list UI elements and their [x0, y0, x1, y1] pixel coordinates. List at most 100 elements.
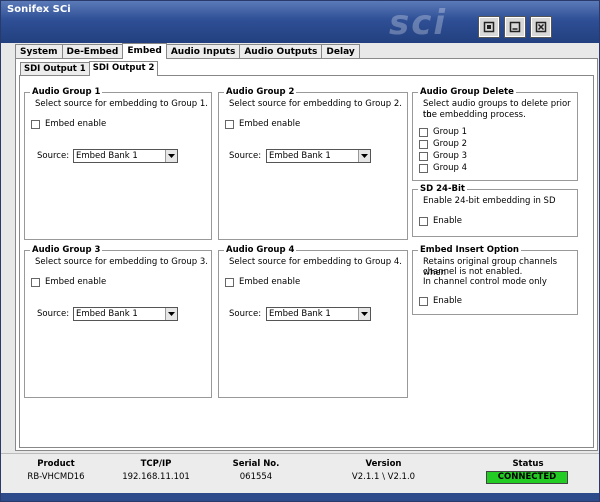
- delete-group-2-row[interactable]: Group 2: [419, 139, 467, 149]
- sd-24-bit-enable-row[interactable]: Enable: [419, 216, 462, 226]
- tab-sdi-output-1[interactable]: SDI Output 1: [20, 62, 90, 76]
- delete-group-4-label: Group 4: [433, 163, 467, 173]
- delete-group-3-checkbox[interactable]: [419, 151, 428, 161]
- delete-group-1-label: Group 1: [433, 127, 467, 137]
- sdi-output-tabs: SDI Output 1 SDI Output 2: [20, 61, 159, 76]
- status-bar: Product RB-VHCMD16 TCP/IP 192.168.11.101…: [1, 453, 599, 493]
- product-label: Product: [37, 459, 75, 469]
- source-select[interactable]: Embed Bank 1: [73, 149, 178, 163]
- insert-option-description-line-3: In channel control mode only: [423, 277, 547, 287]
- app-window: Sonifex SCi sci System De-Embed Embed Au…: [0, 0, 600, 502]
- title-bar[interactable]: Sonifex SCi sci: [1, 1, 599, 43]
- group-description: Select source for embedding to Group 3.: [35, 257, 208, 267]
- audio-group-2: Audio Group 2 Select source for embeddin…: [218, 87, 408, 240]
- insert-option-enable-label: Enable: [433, 296, 462, 306]
- insert-option-enable-row[interactable]: Enable: [419, 296, 462, 306]
- serial-label: Serial No.: [232, 459, 280, 469]
- delete-group-2-checkbox[interactable]: [419, 139, 428, 149]
- embed-enable-label: Embed enable: [45, 119, 107, 129]
- source-select[interactable]: Embed Bank 1: [266, 307, 371, 321]
- chevron-down-icon[interactable]: [165, 150, 177, 162]
- group-title: Audio Group Delete: [418, 87, 516, 97]
- group-title: Audio Group 2: [224, 87, 297, 97]
- minimize-button[interactable]: [504, 16, 526, 38]
- restore-button[interactable]: [478, 16, 500, 38]
- source-select-value: Embed Bank 1: [76, 309, 138, 319]
- audio-group-1: Audio Group 1 Select source for embeddin…: [24, 87, 212, 240]
- tab-delay[interactable]: Delay: [321, 44, 360, 59]
- group-title: Embed Insert Option: [418, 245, 521, 255]
- status-info: Status CONNECTED: [486, 459, 570, 484]
- group-description: Select source for embedding to Group 2.: [229, 99, 402, 109]
- tab-audio-outputs[interactable]: Audio Outputs: [239, 44, 323, 59]
- embed-enable-row[interactable]: Embed enable: [225, 277, 300, 287]
- source-select-value: Embed Bank 1: [269, 151, 331, 161]
- group-title: SD 24-Bit: [418, 184, 467, 194]
- audio-group-delete: Audio Group Delete Select audio groups t…: [412, 87, 578, 181]
- delete-group-4-checkbox[interactable]: [419, 163, 428, 173]
- tab-system[interactable]: System: [15, 44, 63, 59]
- embed-panel: SDI Output 1 SDI Output 2 Audio Group 1 …: [15, 58, 598, 451]
- tcpip-value: 192.168.11.101: [122, 472, 190, 482]
- embed-enable-checkbox[interactable]: [31, 277, 40, 287]
- status-badge: CONNECTED: [486, 471, 568, 484]
- tcpip-info: TCP/IP 192.168.11.101: [111, 459, 201, 483]
- source-select-value: Embed Bank 1: [269, 309, 331, 319]
- embed-enable-row[interactable]: Embed enable: [225, 119, 300, 129]
- group-title: Audio Group 1: [30, 87, 103, 97]
- status-label: Status: [512, 459, 544, 469]
- embed-enable-label: Embed enable: [239, 277, 301, 287]
- version-info: Version V2.1.1 \ V2.1.0: [341, 459, 426, 483]
- sd-24-bit-enable-checkbox[interactable]: [419, 216, 428, 226]
- window-title: Sonifex SCi: [7, 4, 71, 15]
- embed-enable-row[interactable]: Embed enable: [31, 277, 106, 287]
- restore-icon: [483, 21, 495, 33]
- group-description: Select source for embedding to Group 4.: [229, 257, 402, 267]
- delete-group-1-checkbox[interactable]: [419, 127, 428, 137]
- source-label: Source:: [37, 151, 70, 161]
- chevron-down-icon[interactable]: [358, 308, 370, 320]
- embed-enable-label: Embed enable: [239, 119, 301, 129]
- delete-group-4-row[interactable]: Group 4: [419, 163, 467, 173]
- source-select-value: Embed Bank 1: [76, 151, 138, 161]
- sdi-output-2-panel: Audio Group 1 Select source for embeddin…: [19, 75, 594, 448]
- audio-group-4: Audio Group 4 Select source for embeddin…: [218, 245, 408, 398]
- embed-enable-checkbox[interactable]: [225, 277, 234, 287]
- group-description: Select source for embedding to Group 1.: [35, 99, 208, 109]
- tcpip-label: TCP/IP: [140, 459, 172, 469]
- source-select[interactable]: Embed Bank 1: [266, 149, 371, 163]
- main-tabs: System De-Embed Embed Audio Inputs Audio…: [15, 43, 360, 59]
- serial-info: Serial No. 061554: [216, 459, 296, 483]
- source-label: Source:: [229, 151, 262, 161]
- embed-enable-checkbox[interactable]: [225, 119, 234, 129]
- window-bottom-border: [1, 493, 599, 501]
- delete-group-3-row[interactable]: Group 3: [419, 151, 467, 161]
- source-label: Source:: [229, 309, 262, 319]
- sd-24-bit-description: Enable 24-bit embedding in SD: [423, 196, 556, 206]
- sd-24-bit-enable-label: Enable: [433, 216, 462, 226]
- sd-24-bit-group: SD 24-Bit Enable 24-bit embedding in SD …: [412, 184, 578, 237]
- embed-enable-checkbox[interactable]: [31, 119, 40, 129]
- chevron-down-icon[interactable]: [165, 308, 177, 320]
- source-select[interactable]: Embed Bank 1: [73, 307, 178, 321]
- group-title: Audio Group 3: [30, 245, 103, 255]
- chevron-down-icon[interactable]: [358, 150, 370, 162]
- group-delete-description-line-2: the embedding process.: [423, 110, 526, 120]
- group-title: Audio Group 4: [224, 245, 297, 255]
- embed-enable-label: Embed enable: [45, 277, 107, 287]
- tab-embed[interactable]: Embed: [122, 43, 167, 59]
- embed-enable-row[interactable]: Embed enable: [31, 119, 106, 129]
- embed-insert-option-group: Embed Insert Option Retains original gro…: [412, 245, 578, 315]
- delete-group-3-label: Group 3: [433, 151, 467, 161]
- tab-sdi-output-2[interactable]: SDI Output 2: [88, 61, 159, 76]
- sci-logo: sci: [389, 3, 448, 43]
- tab-de-embed[interactable]: De-Embed: [61, 44, 124, 59]
- close-button[interactable]: [530, 16, 552, 38]
- version-value: V2.1.1 \ V2.1.0: [351, 472, 416, 482]
- close-icon: [535, 21, 547, 33]
- tab-audio-inputs[interactable]: Audio Inputs: [165, 44, 241, 59]
- source-label: Source:: [37, 309, 70, 319]
- insert-option-enable-checkbox[interactable]: [419, 296, 428, 306]
- delete-group-1-row[interactable]: Group 1: [419, 127, 467, 137]
- serial-value: 061554: [239, 472, 273, 482]
